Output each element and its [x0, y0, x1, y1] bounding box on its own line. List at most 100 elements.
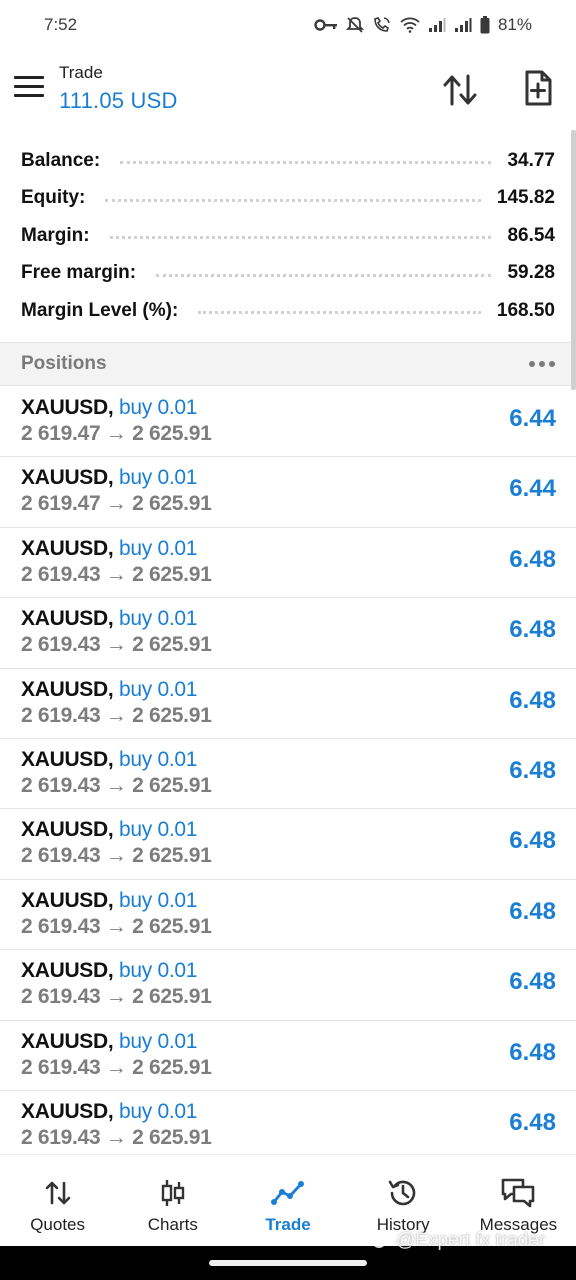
summary-label: Equity:: [21, 187, 86, 209]
watermark-text: @Expert fx trader: [396, 1230, 546, 1251]
history-icon: [387, 1177, 419, 1209]
trade-icon: [271, 1177, 305, 1209]
messages-icon: [500, 1177, 536, 1209]
page-title: Trade: [59, 63, 103, 82]
nav-label: Trade: [265, 1215, 311, 1234]
nav-charts[interactable]: Charts: [115, 1155, 230, 1246]
nav-label: Quotes: [30, 1215, 85, 1234]
position-row[interactable]: XAUUSD, buy 0.01 2 619.43 → 2 625.91 6.4…: [0, 950, 576, 1021]
position-symbol: XAUUSD,: [21, 466, 114, 490]
home-indicator[interactable]: [209, 1260, 367, 1266]
position-side: buy 0.01: [118, 607, 198, 631]
position-profit: 6.48: [509, 686, 556, 714]
key-icon: [314, 19, 337, 31]
summary-label: Free margin:: [21, 262, 137, 284]
position-row[interactable]: XAUUSD, buy 0.01 2 619.43 → 2 625.91 6.4…: [0, 669, 576, 739]
position-prices: 2 619.43 → 2 625.91: [21, 844, 212, 868]
position-profit: 6.44: [509, 475, 556, 503]
dotted-leader: [156, 273, 492, 277]
title-block: Trade 111.05 USD: [59, 62, 178, 116]
summary-value: 86.54: [507, 224, 555, 246]
nav-quotes[interactable]: Quotes: [0, 1155, 115, 1246]
more-options-icon[interactable]: [529, 361, 555, 367]
position-prices: 2 619.43 → 2 625.91: [21, 914, 212, 938]
position-profit: 6.48: [509, 897, 556, 925]
position-profit: 6.48: [509, 968, 556, 996]
battery-percent: 81%: [497, 15, 532, 34]
dotted-leader: [120, 161, 492, 165]
position-symbol: XAUUSD,: [21, 1029, 114, 1053]
wifi-call-icon: [374, 17, 390, 32]
summary-value: 59.28: [507, 262, 555, 284]
position-row[interactable]: XAUUSD, buy 0.01 2 619.43 → 2 625.91 6.4…: [0, 739, 576, 810]
position-prices: 2 619.47 → 2 625.91: [21, 422, 212, 445]
position-profit: 6.48: [509, 545, 556, 573]
summary-row-margin: Margin: 86.54: [0, 217, 576, 255]
position-profit: 6.48: [509, 827, 556, 855]
menu-icon: [14, 76, 44, 79]
position-row[interactable]: XAUUSD, buy 0.01 2 619.43 → 2 625.91 6.4…: [0, 809, 576, 880]
charts-icon: [159, 1177, 187, 1209]
summary-value: 145.82: [496, 187, 555, 209]
position-profit: 6.44: [509, 405, 556, 432]
position-row[interactable]: XAUUSD, buy 0.01 2 619.47 → 2 625.91 6.4…: [0, 457, 576, 528]
summary-label: Margin Level (%):: [21, 299, 179, 321]
position-symbol: XAUUSD,: [21, 607, 114, 631]
app-header: Trade 111.05 USD: [0, 50, 576, 130]
position-symbol: XAUUSD,: [21, 396, 114, 419]
sort-button[interactable]: [440, 70, 480, 110]
position-prices: 2 619.43 → 2 625.91: [21, 985, 212, 1009]
position-row[interactable]: XAUUSD, buy 0.01 2 619.47 → 2 625.91 6.4…: [0, 387, 576, 458]
summary-row-equity: Equity: 145.82: [0, 180, 576, 218]
position-row[interactable]: XAUUSD, buy 0.01 2 619.43 → 2 625.91 6.4…: [0, 1091, 576, 1153]
summary-row-balance: Balance: 34.77: [0, 142, 576, 180]
watermark-logo-icon: [372, 1234, 391, 1248]
position-row[interactable]: XAUUSD, buy 0.01 2 619.43 → 2 625.91 6.4…: [0, 528, 576, 599]
summary-value: 168.50: [496, 299, 555, 321]
position-row[interactable]: XAUUSD, buy 0.01 2 619.43 → 2 625.91 6.4…: [0, 1021, 576, 1091]
position-prices: 2 619.47 → 2 625.91: [21, 492, 212, 516]
menu-button[interactable]: [14, 76, 44, 100]
summary-row-free-margin: Free margin: 59.28: [0, 255, 576, 293]
nav-trade[interactable]: Trade: [230, 1155, 345, 1246]
position-side: buy 0.01: [118, 1029, 198, 1053]
watermark: @Expert fx trader: [372, 1230, 545, 1252]
summary-label: Balance:: [21, 149, 101, 171]
position-row[interactable]: XAUUSD, buy 0.01 2 619.43 → 2 625.91 6.4…: [0, 880, 576, 951]
position-prices: 2 619.43 → 2 625.91: [21, 703, 212, 727]
summary-value: 34.77: [507, 149, 555, 171]
signal-icon-2: [454, 18, 472, 32]
summary-row-margin-level: Margin Level (%): 168.50: [0, 292, 576, 330]
nav-label: Charts: [147, 1215, 198, 1234]
sort-icon: [443, 74, 477, 106]
status-icons: 81%: [314, 15, 532, 35]
position-symbol: XAUUSD,: [21, 747, 114, 771]
position-side: buy 0.01: [118, 396, 198, 419]
position-side: buy 0.01: [118, 536, 198, 560]
positions-title: Positions: [21, 353, 107, 374]
positions-list: XAUUSD, buy 0.01 2 619.47 → 2 625.91 6.4…: [0, 387, 576, 1153]
account-balance-header: 111.05 USD: [59, 88, 178, 113]
dotted-leader: [198, 311, 481, 315]
position-row[interactable]: XAUUSD, buy 0.01 2 619.43 → 2 625.91 6.4…: [0, 598, 576, 669]
dotted-leader: [105, 198, 481, 202]
position-side: buy 0.01: [118, 888, 198, 912]
position-prices: 2 619.43 → 2 625.91: [21, 1125, 212, 1149]
signal-icon: [428, 18, 446, 32]
position-prices: 2 619.43 → 2 625.91: [21, 1055, 212, 1079]
battery-icon: [480, 16, 490, 34]
positions-header: Positions: [0, 342, 576, 386]
new-order-icon: [525, 70, 552, 106]
position-side: buy 0.01: [118, 1099, 198, 1123]
quotes-icon: [44, 1177, 72, 1209]
scrollbar[interactable]: [571, 130, 576, 390]
position-prices: 2 619.43 → 2 625.91: [21, 562, 212, 586]
position-symbol: XAUUSD,: [21, 959, 114, 983]
new-order-button[interactable]: [518, 68, 558, 108]
position-profit: 6.48: [509, 616, 556, 644]
position-side: buy 0.01: [118, 677, 198, 701]
position-profit: 6.48: [509, 1038, 556, 1066]
position-prices: 2 619.43 → 2 625.91: [21, 633, 212, 657]
position-symbol: XAUUSD,: [21, 818, 114, 842]
position-side: buy 0.01: [118, 959, 198, 983]
